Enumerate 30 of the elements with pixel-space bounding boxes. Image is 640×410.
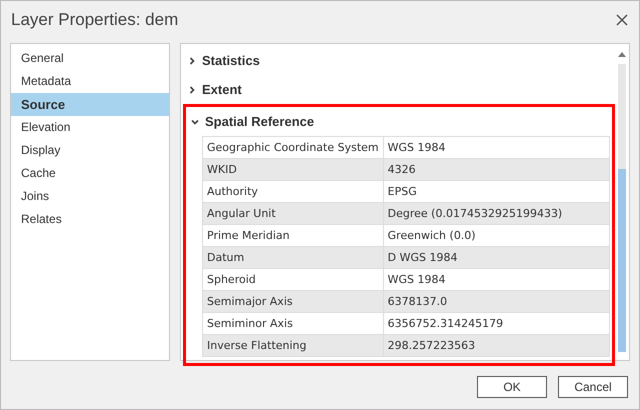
property-value-cell: Degree (0.0174532925199433) (383, 202, 610, 224)
property-name-cell: Semimajor Axis (202, 290, 384, 312)
chevron-icon[interactable] (188, 86, 196, 94)
section-title[interactable]: Spatial Reference (205, 114, 314, 129)
property-value-cell: 4326 (383, 158, 610, 180)
window-title: Layer Properties: dem (11, 10, 178, 30)
sidebar-item[interactable]: Cache (11, 162, 169, 185)
sidebar-item[interactable]: Metadata (11, 70, 169, 93)
close-icon[interactable] (615, 13, 629, 27)
sidebar-item[interactable]: Relates (11, 208, 169, 231)
property-value-cell: WGS 1984 (383, 136, 610, 158)
sidebar-item[interactable]: Joins (11, 185, 169, 208)
sidebar-item[interactable]: Display (11, 139, 169, 162)
property-name-cell: WKID (202, 158, 384, 180)
property-name-cell: Geographic Coordinate System (202, 136, 384, 158)
section-title[interactable]: Statistics (202, 53, 260, 68)
property-value-cell: D WGS 1984 (383, 246, 610, 268)
chevron-icon[interactable] (188, 56, 196, 64)
dialog-button[interactable]: Cancel (558, 376, 628, 398)
property-value-cell: 6378137.0 (383, 290, 610, 312)
property-name-cell: Datum (202, 246, 384, 268)
dialog-button[interactable]: OK (477, 376, 547, 398)
property-name-cell: Angular Unit (202, 202, 384, 224)
property-name-cell: Inverse Flattening (202, 334, 384, 356)
sidebar-item[interactable]: Elevation (11, 116, 169, 139)
section-title[interactable]: Extent (202, 82, 242, 97)
sidebar-item[interactable]: Source (11, 93, 169, 116)
sidebar-item[interactable]: General (11, 47, 169, 70)
chevron-icon[interactable] (191, 118, 199, 126)
property-value-cell: 298.257223563 (383, 334, 610, 356)
